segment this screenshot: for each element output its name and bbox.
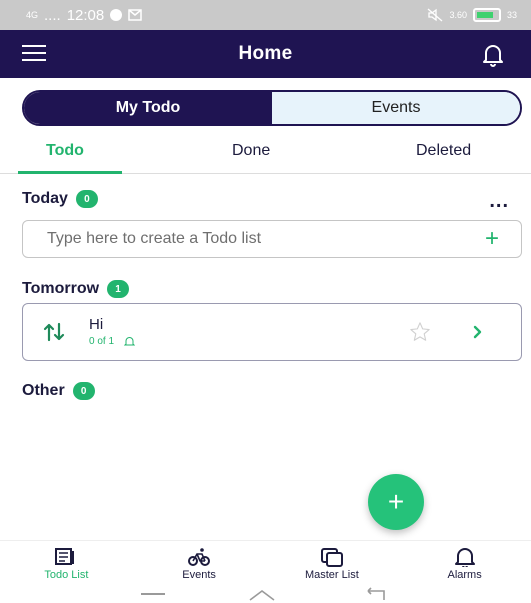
status-time: 12:08 [66,6,105,24]
segment-control: My Todo Events [22,90,522,126]
page-title: Home [238,43,293,64]
add-fab-button[interactable]: + [368,474,424,530]
nav-master-list-label: Master List [304,569,359,581]
bottom-navigation: Todo List Events Master List Alarms [0,540,531,582]
reminder-bell-icon [124,337,136,346]
section-today: Today 0 [22,190,98,208]
todo-item-card[interactable]: Hi 0 of 1 [22,303,522,361]
system-menu-button[interactable] [141,592,166,595]
tab-done[interactable]: Done [232,142,270,160]
signal-indicator: .... [44,6,61,24]
other-count-badge: 0 [72,382,95,400]
sort-icon[interactable] [43,322,65,342]
tab-indicator [18,171,122,174]
nav-master-list[interactable]: Master List [266,541,399,582]
section-tomorrow: Tomorrow 1 [22,280,130,298]
tab-todo[interactable]: Todo [46,142,84,160]
nav-events[interactable]: Events [133,541,266,582]
add-todo-button[interactable]: + [485,227,499,251]
today-count-badge: 0 [75,190,98,208]
data-speed: 3.60 [449,9,467,20]
nav-alarms[interactable]: Alarms [398,541,531,582]
alarm-icon [454,548,475,567]
app-bar: Home [0,30,531,78]
more-options-button[interactable]: ... [489,190,509,213]
section-other: Other 0 [22,382,95,400]
status-bar: 4G .... 12:08 3.60 33 [0,0,531,30]
list-icon [55,548,75,565]
nav-events-label: Events [182,569,216,581]
section-tomorrow-label: Tomorrow [22,280,100,297]
network-type: 4G [26,9,39,20]
menu-icon[interactable] [22,45,46,63]
chevron-right-icon[interactable] [472,322,484,342]
nav-todo-list[interactable]: Todo List [0,541,133,582]
nav-todo-list-label: Todo List [44,569,89,581]
system-home-icon[interactable] [247,587,277,601]
bell-icon[interactable] [481,42,505,68]
todo-item-progress: 0 of 1 [89,336,115,347]
status-right: 3.60 33 [427,8,517,22]
star-icon[interactable] [409,321,431,343]
segment-events[interactable]: Events [272,92,520,124]
battery-level: 33 [506,9,517,20]
system-navigation [0,584,531,603]
tab-bar: Todo Done Deleted [0,136,531,174]
system-back-icon[interactable] [360,586,390,601]
tomorrow-count-badge: 1 [107,280,130,298]
mail-icon [128,9,142,21]
create-todo-box: + [22,220,522,258]
create-todo-input[interactable] [47,230,485,248]
notification-icon [110,9,123,21]
nav-alarms-label: Alarms [447,569,482,581]
todo-item-title: Hi [89,316,104,333]
bicycle-icon [188,548,211,566]
todo-item-meta: 0 of 1 [89,336,136,347]
master-list-icon [320,548,343,567]
status-left: 4G .... 12:08 [26,7,142,24]
battery-icon [472,8,501,22]
tab-deleted[interactable]: Deleted [416,142,471,160]
section-today-label: Today [22,190,68,207]
segment-my-todo[interactable]: My Todo [24,92,272,124]
section-other-label: Other [22,382,65,399]
mute-icon [428,8,443,22]
